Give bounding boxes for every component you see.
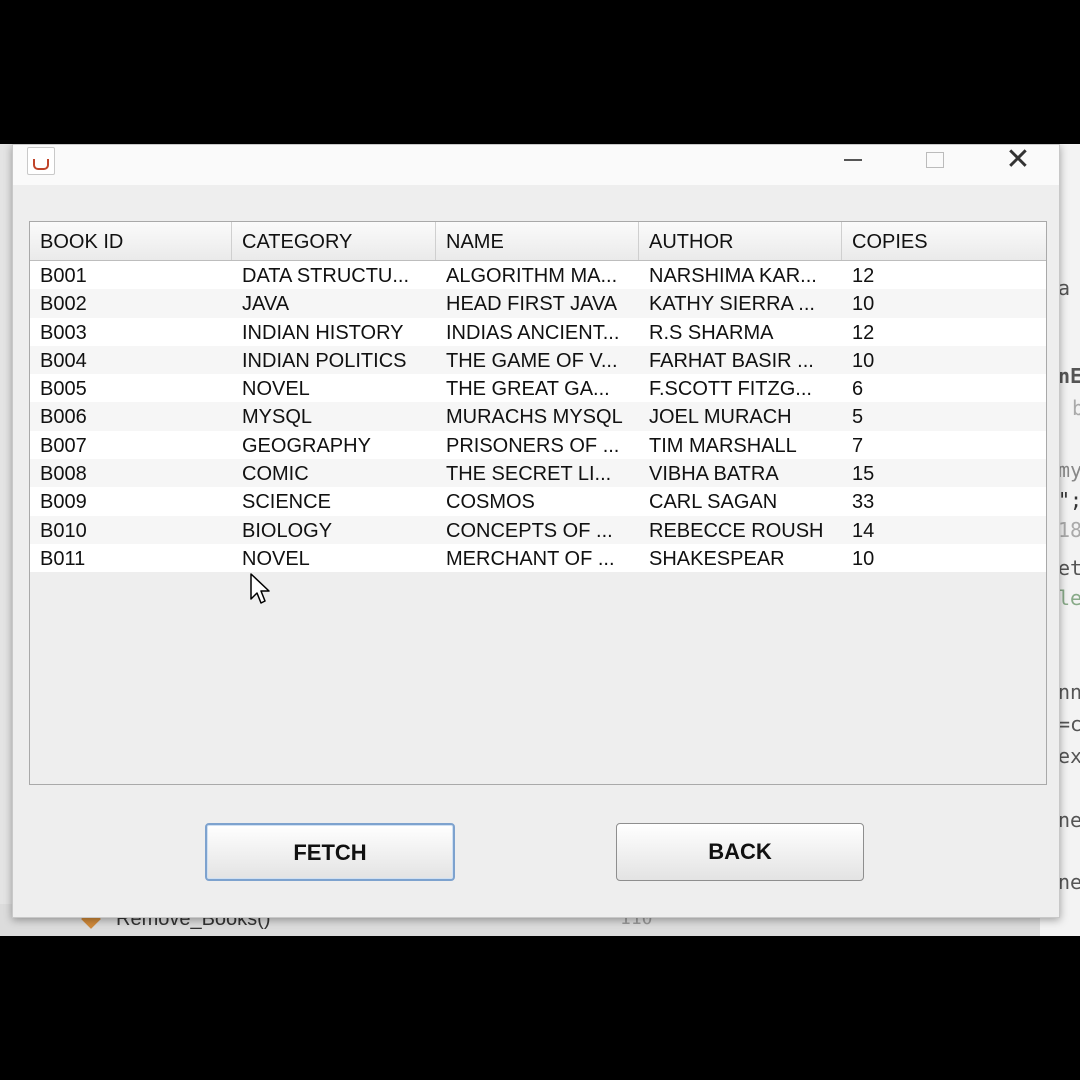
table-row[interactable]: B003 INDIAN HISTORY INDIAS ANCIENT... R.S S… bbox=[30, 317, 1046, 346]
table-cell[interactable]: B010 bbox=[30, 516, 232, 544]
table-cell[interactable]: B006 bbox=[30, 402, 232, 430]
table-row[interactable]: B011 NOVEL MERCHANT OF ... SHAKESPEAR 10 bbox=[30, 543, 1046, 573]
minimize-button[interactable] bbox=[823, 145, 883, 175]
table-cell[interactable]: 5 bbox=[842, 402, 1046, 430]
table-cell[interactable]: THE SECRET LI... bbox=[436, 459, 639, 487]
table-row[interactable]: B009 SCIENCE COSMOS CARL SAGAN 33 bbox=[30, 487, 1046, 516]
table-row[interactable]: B007 GEOGRAPHY PRISONERS OF ... TIM MARSHAL… bbox=[30, 430, 1046, 460]
table-cell[interactable]: 12 bbox=[842, 261, 1046, 289]
table-cell[interactable]: VIBHA BATRA bbox=[639, 459, 842, 487]
table-row[interactable]: B002 JAVA HEAD FIRST JAVA KATHY SIERRA ... 1… bbox=[30, 289, 1046, 318]
table-row[interactable]: B005 NOVEL THE GREAT GA... F.SCOTT FITZG...… bbox=[30, 374, 1046, 403]
table-cell[interactable]: REBECCE ROUSH bbox=[639, 516, 842, 544]
table-cell[interactable]: MYSQL bbox=[232, 402, 436, 430]
table-cell[interactable]: THE GAME OF V... bbox=[436, 346, 639, 374]
table-cell[interactable]: B003 bbox=[30, 318, 232, 346]
table-row[interactable]: B001 DATA STRUCTU... ALGORITHM MA... NARSHI… bbox=[30, 261, 1046, 290]
table-row[interactable]: B004 INDIAN POLITICS THE GAME OF V... FARHA… bbox=[30, 345, 1046, 375]
maximize-icon bbox=[926, 152, 944, 168]
table-cell[interactable]: R.S SHARMA bbox=[639, 318, 842, 346]
table-cell[interactable]: B005 bbox=[30, 374, 232, 402]
table-cell[interactable]: MERCHANT OF ... bbox=[436, 544, 639, 572]
table-cell[interactable]: B011 bbox=[30, 544, 232, 572]
maximize-button[interactable] bbox=[905, 145, 965, 175]
close-button[interactable]: ✕ bbox=[988, 145, 1048, 175]
books-table[interactable]: BOOK ID CATEGORY NAME AUTHOR COPIES B001… bbox=[29, 221, 1047, 785]
table-cell[interactable]: GEOGRAPHY bbox=[232, 431, 436, 459]
table-cell[interactable]: B004 bbox=[30, 346, 232, 374]
table-cell[interactable]: 15 bbox=[842, 459, 1046, 487]
table-cell[interactable]: INDIAS ANCIENT... bbox=[436, 318, 639, 346]
column-header-author[interactable]: AUTHOR bbox=[639, 222, 842, 260]
table-row[interactable]: B006 MYSQL MURACHS MYSQL JOEL MURACH 5 bbox=[30, 402, 1046, 431]
table-cell[interactable]: HEAD FIRST JAVA bbox=[436, 289, 639, 317]
table-row[interactable]: B010 BIOLOGY CONCEPTS OF ... REBECCE ROUSH 1… bbox=[30, 515, 1046, 544]
table-cell[interactable]: COMIC bbox=[232, 459, 436, 487]
table-cell[interactable]: TIM MARSHALL bbox=[639, 431, 842, 459]
table-cell[interactable]: DATA STRUCTU... bbox=[232, 261, 436, 289]
table-cell[interactable]: 10 bbox=[842, 544, 1046, 572]
table-cell[interactable]: B009 bbox=[30, 487, 232, 515]
column-header-category[interactable]: CATEGORY bbox=[232, 222, 436, 260]
mouse-cursor-icon bbox=[250, 573, 270, 604]
title-bar[interactable]: ✕ bbox=[13, 145, 1059, 185]
table-cell[interactable]: MURACHS MYSQL bbox=[436, 402, 639, 430]
table-cell[interactable]: F.SCOTT FITZG... bbox=[639, 374, 842, 402]
table-cell[interactable]: NOVEL bbox=[232, 374, 436, 402]
table-cell[interactable]: PRISONERS OF ... bbox=[436, 431, 639, 459]
table-cell[interactable]: BIOLOGY bbox=[232, 516, 436, 544]
table-cell[interactable]: JAVA bbox=[232, 289, 436, 317]
view-books-window: ✕ BOOK ID CATEGORY NAME AUTHOR COPIES B0… bbox=[12, 144, 1060, 918]
table-cell[interactable]: 12 bbox=[842, 318, 1046, 346]
table-cell[interactable]: CONCEPTS OF ... bbox=[436, 516, 639, 544]
table-cell[interactable]: 10 bbox=[842, 346, 1046, 374]
table-cell[interactable]: B001 bbox=[30, 261, 232, 289]
table-cell[interactable]: 10 bbox=[842, 289, 1046, 317]
java-app-icon bbox=[27, 147, 55, 175]
column-header-copies[interactable]: COPIES bbox=[842, 222, 1046, 260]
table-cell[interactable]: SHAKESPEAR bbox=[639, 544, 842, 572]
table-cell[interactable]: NOVEL bbox=[232, 544, 436, 572]
table-row[interactable]: B008 COMIC THE SECRET LI... VIBHA BATRA 15 bbox=[30, 459, 1046, 488]
column-header-name[interactable]: NAME bbox=[436, 222, 639, 260]
minimize-icon bbox=[844, 159, 862, 161]
table-cell[interactable]: ALGORITHM MA... bbox=[436, 261, 639, 289]
table-cell[interactable]: JOEL MURACH bbox=[639, 402, 842, 430]
table-cell[interactable]: B008 bbox=[30, 459, 232, 487]
column-header-book-id[interactable]: BOOK ID bbox=[30, 222, 232, 260]
table-cell[interactable]: 7 bbox=[842, 431, 1046, 459]
table-cell[interactable]: B007 bbox=[30, 431, 232, 459]
table-cell[interactable]: KATHY SIERRA ... bbox=[639, 289, 842, 317]
table-body: B001 DATA STRUCTU... ALGORITHM MA... NARSHI… bbox=[30, 261, 1046, 573]
table-cell[interactable]: 14 bbox=[842, 516, 1046, 544]
table-cell[interactable]: SCIENCE bbox=[232, 487, 436, 515]
table-cell[interactable]: INDIAN POLITICS bbox=[232, 346, 436, 374]
table-cell[interactable]: CARL SAGAN bbox=[639, 487, 842, 515]
back-button[interactable]: BACK bbox=[616, 823, 864, 881]
table-cell[interactable]: COSMOS bbox=[436, 487, 639, 515]
close-icon: ✕ bbox=[1005, 143, 1031, 176]
table-cell[interactable]: THE GREAT GA... bbox=[436, 374, 639, 402]
fetch-button[interactable]: FETCH bbox=[205, 823, 455, 881]
table-cell[interactable]: NARSHIMA KAR... bbox=[639, 261, 842, 289]
table-cell[interactable]: B002 bbox=[30, 289, 232, 317]
table-header: BOOK ID CATEGORY NAME AUTHOR COPIES bbox=[30, 222, 1046, 261]
table-cell[interactable]: INDIAN HISTORY bbox=[232, 318, 436, 346]
table-cell[interactable]: FARHAT BASIR ... bbox=[639, 346, 842, 374]
table-cell[interactable]: 33 bbox=[842, 487, 1046, 515]
table-cell[interactable]: 6 bbox=[842, 374, 1046, 402]
